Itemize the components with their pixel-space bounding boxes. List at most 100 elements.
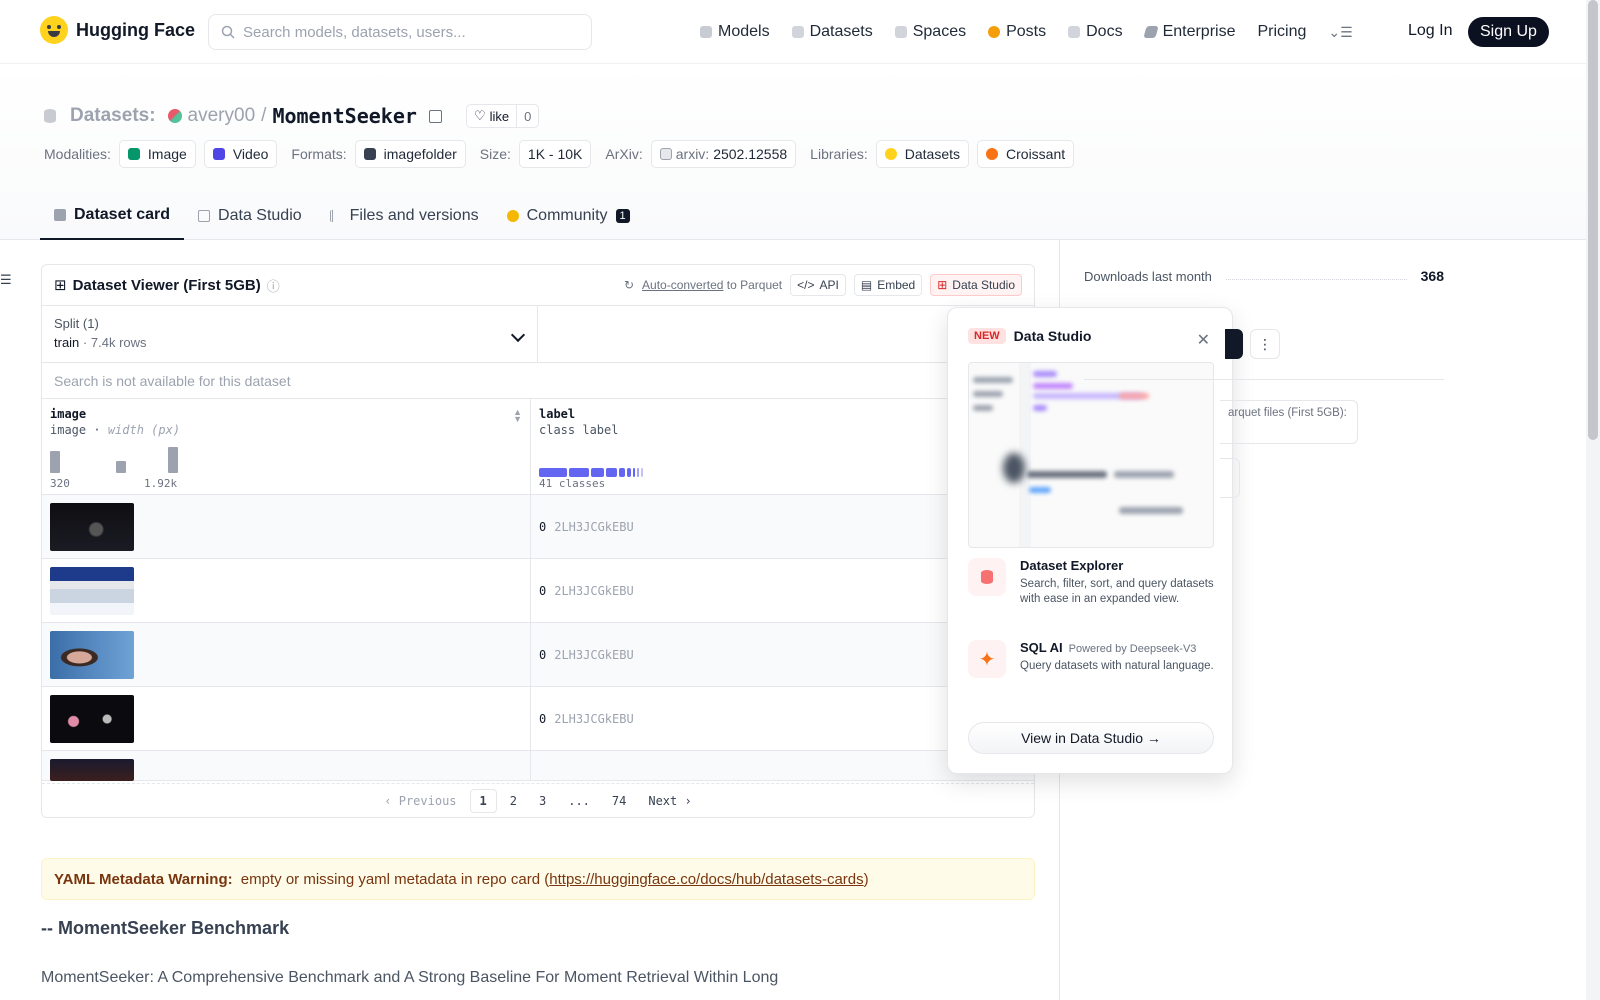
table-body: 0 2LH3JCGkEBU 0 2LH3JCGkEBU 0 2LH3JCGkEBU 0…: [42, 495, 1034, 781]
arxiv-prefix: arxiv:: [675, 146, 710, 162]
page-button[interactable]: 3: [530, 790, 555, 812]
feature-title: Dataset Explorer: [1020, 558, 1124, 573]
repo-owner[interactable]: avery00: [188, 105, 256, 127]
table-icon: [198, 210, 211, 222]
auto-converted-link[interactable]: Auto-converted to Parquet: [642, 278, 782, 292]
image-cell[interactable]: [42, 559, 531, 622]
label-cell[interactable]: 0 2LH3JCGkEBU: [531, 687, 642, 750]
embed-button[interactable]: ▤ Embed: [853, 274, 923, 296]
code-icon: </>: [797, 278, 815, 292]
warning-link[interactable]: https://huggingface.co/docs/hub/datasets…: [549, 871, 863, 888]
tag-video[interactable]: Video: [203, 140, 278, 168]
hugging-face-logo-icon: [40, 16, 68, 44]
page-scrollbar[interactable]: [1586, 0, 1600, 1000]
scrollbar-thumb[interactable]: [1588, 0, 1598, 440]
viewer-header: ⊞ Dataset Viewer (First 5GB) ⓘ ↻ Auto-co…: [42, 265, 1034, 306]
more-menu-icon[interactable]: ⌄☰: [1328, 24, 1352, 41]
feature-description: Search, filter, sort, and query datasets…: [1020, 578, 1214, 605]
api-button[interactable]: </> API: [790, 274, 846, 296]
tag-image[interactable]: Image: [118, 140, 196, 168]
nav-models[interactable]: Models: [700, 23, 770, 41]
pagination-next[interactable]: Next ›: [639, 790, 700, 812]
view-in-data-studio-button[interactable]: View in Data Studio →: [968, 722, 1214, 754]
viewer-title-text: Dataset Viewer (First 5GB): [72, 276, 261, 294]
histogram-bar[interactable]: [168, 447, 178, 473]
table-row[interactable]: 0 2LH3JCGkEBU: [42, 495, 1034, 559]
signup-button[interactable]: Sign Up: [1468, 17, 1549, 47]
nav-enterprise[interactable]: Enterprise: [1142, 23, 1235, 41]
table-icon: ⊞: [937, 278, 948, 292]
tab-data-studio[interactable]: Data Studio: [184, 192, 316, 240]
label-name: 2LH3JCGkEBU: [554, 647, 634, 662]
column-type: image · width (px): [50, 423, 181, 437]
search-box[interactable]: [208, 14, 592, 50]
path-separator: /: [261, 105, 267, 126]
like-button[interactable]: ♡ like 0: [465, 104, 540, 128]
label-cell[interactable]: 0 2LH3JCGkEBU: [531, 623, 642, 686]
info-icon[interactable]: ⓘ: [267, 276, 280, 295]
more-options-icon[interactable]: ⋮: [1250, 329, 1280, 359]
label-value: 0: [539, 583, 547, 598]
sort-icon[interactable]: ▲ ▼: [513, 408, 522, 424]
downloads-label: Downloads last month: [1084, 268, 1212, 284]
table-row[interactable]: 0 2LH3JCGkEBU: [42, 687, 1034, 751]
formats-label: Formats:: [291, 146, 347, 162]
histogram-bar[interactable]: [50, 451, 60, 473]
row-thumbnail[interactable]: [50, 567, 134, 615]
tag-size[interactable]: 1K - 10K: [518, 140, 592, 168]
class-count: 41 classes: [539, 477, 606, 490]
row-thumbnail[interactable]: [50, 503, 134, 551]
embed-label: Embed: [877, 278, 916, 292]
table-row[interactable]: 0 2LH3JCGkEBU: [42, 623, 1034, 687]
search-input[interactable]: [243, 23, 573, 41]
tab-dataset-card[interactable]: Dataset card: [40, 192, 185, 240]
tag-arxiv[interactable]: arxiv: 2502.12558: [650, 140, 797, 168]
image-cell[interactable]: [42, 687, 531, 750]
tag-croissant[interactable]: Croissant: [977, 140, 1075, 168]
croissant-icon: [986, 148, 999, 160]
table-row[interactable]: [42, 751, 1034, 781]
page-button[interactable]: 2: [501, 790, 526, 812]
grid-icon: [894, 26, 907, 38]
histogram-bar[interactable]: [116, 461, 126, 473]
image-cell[interactable]: [42, 751, 531, 781]
table-row[interactable]: 0 2LH3JCGkEBU: [42, 559, 1034, 623]
nav-pricing[interactable]: Pricing: [1257, 23, 1306, 41]
toc-menu-icon[interactable]: ☰: [0, 272, 12, 288]
heart-icon: ♡: [473, 108, 486, 123]
split-value: train · 7.4k rows: [54, 335, 147, 350]
tag-format[interactable]: imagefolder: [354, 140, 466, 168]
tab-community[interactable]: Community 1: [493, 192, 644, 240]
data-studio-button[interactable]: ⊞ Data Studio: [930, 274, 1022, 296]
tag-datasets-library[interactable]: Datasets: [875, 140, 970, 168]
nav-docs[interactable]: Docs: [1068, 23, 1123, 41]
row-thumbnail[interactable]: [50, 695, 134, 743]
use-dataset-button[interactable]: [1225, 329, 1243, 359]
copy-icon[interactable]: [428, 109, 442, 123]
tab-files[interactable]: Files and versions: [316, 192, 493, 240]
repo-name[interactable]: MomentSeeker: [272, 104, 417, 128]
brand-logo[interactable]: Hugging Face: [40, 16, 195, 44]
repo-type-label[interactable]: Datasets:: [70, 105, 156, 127]
nav-datasets[interactable]: Datasets: [791, 23, 873, 41]
label-cell[interactable]: 0 2LH3JCGkEBU: [531, 495, 642, 558]
class-distribution-bar[interactable]: [539, 468, 644, 477]
nav-label: Pricing: [1257, 23, 1307, 40]
column-header-image[interactable]: image image · width (px) ▲ ▼ 320 1.92k: [42, 399, 531, 494]
pagination-previous[interactable]: ‹ Previous: [375, 790, 465, 812]
close-icon[interactable]: ✕: [1197, 330, 1210, 350]
row-thumbnail[interactable]: [50, 759, 134, 781]
viewer-title: ⊞ Dataset Viewer (First 5GB) ⓘ: [54, 276, 280, 295]
row-thumbnail[interactable]: [50, 631, 134, 679]
page-button[interactable]: 74: [603, 790, 635, 812]
nav-posts[interactable]: Posts: [988, 23, 1046, 41]
nav-spaces[interactable]: Spaces: [894, 23, 966, 41]
community-icon: [506, 210, 519, 222]
login-link[interactable]: Log In: [1408, 22, 1452, 40]
split-selector[interactable]: Split (1) train · 7.4k rows: [42, 306, 538, 362]
image-cell[interactable]: [42, 495, 531, 558]
label-cell[interactable]: 0 2LH3JCGkEBU: [531, 559, 642, 622]
column-stat: width (px): [107, 423, 181, 437]
image-cell[interactable]: [42, 623, 531, 686]
page-button[interactable]: 1: [469, 788, 497, 813]
